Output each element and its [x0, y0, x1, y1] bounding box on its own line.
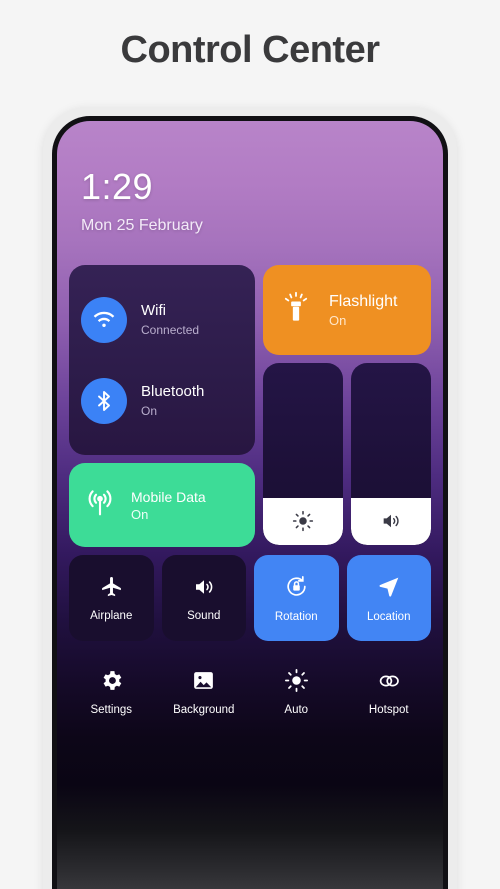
toggle-location-label: Location [367, 610, 411, 623]
right-tile-column: Flashlight On [263, 265, 431, 547]
image-icon [191, 668, 216, 693]
brightness-slider[interactable] [263, 363, 343, 545]
toggle-auto-label: Auto [284, 704, 309, 716]
brightness-icon [292, 510, 314, 532]
rotation-lock-icon [283, 573, 310, 600]
mobile-data-tile[interactable]: Mobile Data On [69, 463, 255, 547]
airplane-icon [99, 574, 124, 599]
phone-frame: 1:29 Mon 25 February Wifi Connected Blue… [43, 107, 457, 889]
toggle-airplane[interactable]: Airplane [69, 555, 154, 641]
toggle-background[interactable]: Background [162, 649, 247, 735]
toggle-sound[interactable]: Sound [161, 555, 246, 641]
connectivity-card: Wifi Connected Bluetooth On [69, 265, 255, 455]
wifi-text: Wifi Connected [141, 302, 199, 337]
volume-icon [191, 575, 217, 599]
bluetooth-label: Bluetooth [141, 383, 205, 401]
cell-tower-icon [83, 486, 117, 525]
page-title: Control Center [120, 29, 381, 71]
location-arrow-icon [376, 574, 402, 600]
wifi-tile[interactable]: Wifi Connected [81, 296, 243, 343]
bluetooth-text: Bluetooth On [141, 383, 204, 418]
bluetooth-status: On [141, 403, 158, 418]
toggle-airplane-label: Airplane [90, 610, 133, 622]
clock-date: Mon 25 February [81, 217, 203, 234]
flashlight-tile[interactable]: Flashlight On [263, 265, 431, 355]
toggle-rotation-label: Rotation [274, 611, 318, 623]
clock-block: 1:29 Mon 25 February [81, 169, 203, 235]
toggle-location[interactable]: Location [346, 555, 431, 641]
flashlight-label: Flashlight [329, 293, 398, 311]
volume-slider[interactable] [351, 363, 431, 545]
toggle-row-1: Airplane Sound Rotation Location [69, 555, 431, 641]
brightness-icon [284, 668, 309, 693]
toggle-background-label: Background [173, 704, 235, 716]
phone-bezel: 1:29 Mon 25 February Wifi Connected Blue… [52, 116, 448, 889]
flashlight-text: Flashlight On [329, 292, 397, 328]
bluetooth-tile[interactable]: Bluetooth On [81, 377, 243, 424]
mobile-data-label: Mobile Data [131, 489, 206, 506]
wifi-label: Wifi [141, 302, 166, 320]
hotspot-icon [375, 669, 403, 693]
wifi-icon [81, 296, 127, 343]
top-tile-row: Wifi Connected Bluetooth On Mobile Data … [69, 265, 431, 547]
toggle-hotspot-label: Hotspot [368, 703, 409, 716]
clock-time: 1:29 [81, 166, 154, 207]
left-tile-column: Wifi Connected Bluetooth On Mobile Data … [69, 265, 255, 547]
toggle-auto[interactable]: Auto [254, 649, 339, 735]
quick-settings-panel: Wifi Connected Bluetooth On Mobile Data … [57, 265, 443, 735]
bluetooth-icon [81, 377, 127, 424]
toggle-settings-label: Settings [90, 704, 133, 716]
gear-icon [99, 668, 124, 693]
phone-screen: 1:29 Mon 25 February Wifi Connected Blue… [57, 121, 443, 889]
toggle-hotspot[interactable]: Hotspot [347, 649, 432, 735]
brightness-slider-fill[interactable] [263, 497, 343, 545]
mobile-data-text: Mobile Data On [131, 488, 206, 521]
toggle-rotation[interactable]: Rotation [254, 555, 339, 641]
toggle-sound-label: Sound [187, 609, 221, 622]
wifi-status: Connected [141, 322, 200, 337]
slider-row [263, 363, 431, 545]
flashlight-status: On [329, 312, 347, 328]
toggle-row-2: Settings Background Auto Hotspot [69, 649, 431, 735]
mobile-data-status: On [131, 506, 149, 522]
volume-icon [379, 510, 403, 532]
toggle-settings[interactable]: Settings [69, 649, 154, 735]
volume-slider-fill[interactable] [351, 497, 431, 545]
flashlight-icon [281, 291, 311, 330]
